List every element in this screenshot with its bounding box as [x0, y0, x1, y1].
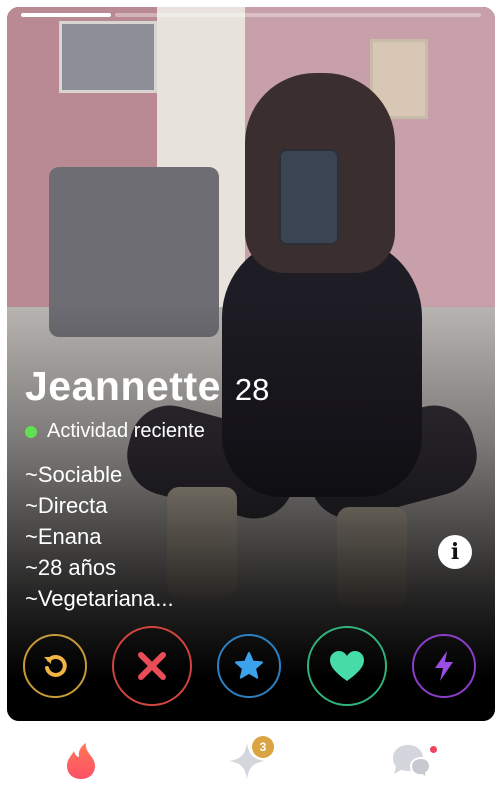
activity-dot-icon [25, 425, 37, 438]
boost-button[interactable] [412, 634, 476, 698]
bio-line: ~Directa [25, 493, 108, 518]
tab-discover[interactable] [56, 736, 106, 786]
info-icon[interactable]: i [438, 535, 472, 569]
profile-name: Jeannette [25, 363, 221, 409]
photo-indicator-active[interactable] [21, 13, 111, 17]
activity-status: Actividad reciente [25, 420, 269, 443]
bio-line: ~28 años [25, 555, 117, 580]
like-button[interactable] [307, 626, 387, 706]
explore-badge: 3 [252, 736, 274, 758]
bio-line: ~Enana [25, 524, 102, 549]
photo-indicator-inactive[interactable] [115, 13, 481, 17]
action-bar [7, 617, 495, 713]
heart-icon [330, 651, 364, 681]
superlike-button[interactable] [217, 634, 281, 698]
bio-line: ~Sociable [25, 462, 123, 487]
chat-icon [393, 745, 432, 780]
flame-icon [67, 743, 95, 779]
bottom-tab-bar: 3 [0, 726, 502, 800]
profile-info: Jeannette 28 Actividad reciente ~Sociabl… [25, 363, 269, 614]
rewind-button[interactable] [23, 634, 87, 698]
profile-bio: ~Sociable ~Directa ~Enana ~28 años ~Vege… [25, 459, 269, 614]
profile-age: 28 [234, 372, 270, 407]
star-icon [235, 652, 263, 679]
bio-line: ~Vegetariana... [25, 586, 174, 611]
new-message-dot [430, 746, 437, 753]
rewind-icon [44, 654, 67, 677]
x-icon [138, 652, 166, 680]
profile-card[interactable]: Jeannette 28 Actividad reciente ~Sociabl… [7, 7, 495, 721]
tab-messages[interactable] [386, 736, 436, 786]
activity-label: Actividad reciente [47, 420, 205, 442]
nope-button[interactable] [112, 626, 192, 706]
bolt-icon [435, 651, 453, 681]
